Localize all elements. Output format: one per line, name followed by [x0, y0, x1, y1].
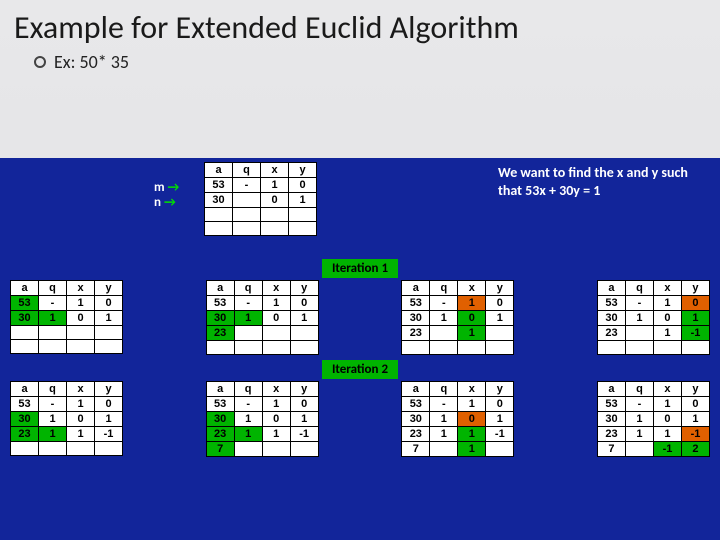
initial-table: aqxy 53-10 3001 — [204, 162, 317, 236]
page-title: Example for Extended Euclid Algorithm — [0, 0, 720, 47]
iter2-table-2: aqxy 53-10 30101 2311-1 7 — [206, 381, 319, 457]
iter1-table-2: aqxy 53-10 30101 23 — [206, 280, 319, 355]
goal-text: We want to find the x and y such that 53… — [498, 164, 704, 199]
iteration-2-label: Iteration 2 — [322, 360, 398, 379]
mn-labels: m → n → — [154, 180, 179, 210]
iter1-table-3: aqxy 53-10 30101 231 — [401, 280, 514, 355]
bullet-icon — [34, 56, 46, 68]
arrow-icon: → — [168, 180, 180, 195]
iter2-table-3: aqxy 53-10 30101 2311-1 71 — [401, 381, 514, 457]
arrow-icon: → — [164, 195, 176, 210]
iteration-1-label: Iteration 1 — [322, 259, 398, 278]
iter1-table-4: aqxy 53-10 30101 231-1 — [597, 280, 710, 355]
iter2-table-1: aqxy 53-10 30101 2311-1 — [10, 381, 123, 456]
iter1-table-1: aqxy 53-10 30101 — [10, 280, 123, 354]
iteration-1-tables: aqxy 53-10 30101 aqxy 53-10 30101 23 aqx… — [6, 280, 714, 355]
content-panel: m → n → aqxy 53-10 3001 We want to find … — [0, 158, 720, 540]
iter2-table-4: aqxy 53-10 30101 2311-1 7-12 — [597, 381, 710, 457]
example-bullet: Ex: 50* 35 — [0, 47, 720, 77]
example-text: Ex: 50* 35 — [54, 51, 129, 73]
iteration-2-tables: aqxy 53-10 30101 2311-1 aqxy 53-10 30101… — [6, 381, 714, 457]
